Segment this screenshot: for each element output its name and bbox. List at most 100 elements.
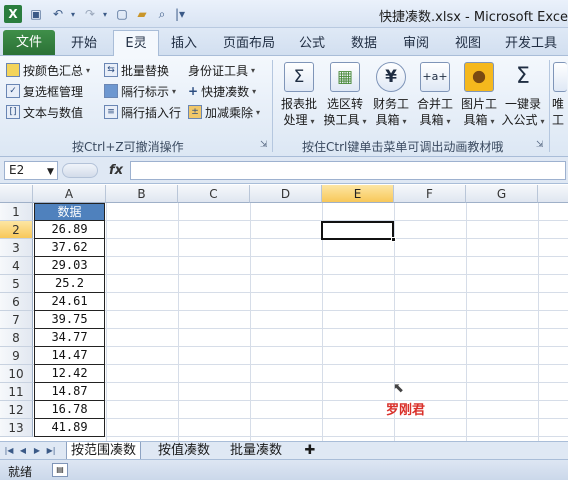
last-sheet-icon[interactable]: ▶| <box>45 444 57 458</box>
spreadsheet-grid[interactable]: A B C D E F G 1 数据 2 26.89 3 37.62 4 29.03 5 25.2… <box>0 185 568 441</box>
table-cell[interactable]: 14.87 <box>34 383 105 401</box>
more-tools-icon <box>553 62 567 92</box>
column-header-g[interactable]: G <box>466 185 538 203</box>
id-card-tool-button[interactable]: 身份证工具 ▾ <box>188 60 255 80</box>
redo-dropdown-icon[interactable]: ▾ <box>100 6 110 22</box>
tab-formulas[interactable]: 公式 <box>292 31 332 56</box>
more-tools-line1: 唯 <box>552 97 565 111</box>
row-header-11[interactable]: 11 <box>0 383 33 401</box>
save-icon[interactable]: ▣ <box>28 6 44 22</box>
insert-sheet-icon[interactable]: ✚ <box>298 442 322 460</box>
dialog-launcher-icon[interactable]: ⇲ <box>260 140 268 150</box>
selected-cell[interactable] <box>321 221 394 240</box>
tab-file[interactable]: 文件 <box>3 30 55 55</box>
redo-icon[interactable]: ↷ <box>82 6 98 22</box>
name-box[interactable]: E2 ▼ <box>4 161 58 180</box>
row-header-6[interactable]: 6 <box>0 293 33 311</box>
row-header-13[interactable]: 13 <box>0 419 33 437</box>
table-cell[interactable]: 14.47 <box>34 347 105 365</box>
macro-record-icon[interactable]: ▤ <box>52 463 68 477</box>
column-header-h[interactable] <box>538 185 568 203</box>
row-header-9[interactable]: 9 <box>0 347 33 365</box>
row-header-2[interactable]: 2 <box>0 221 33 239</box>
chevron-down-icon[interactable]: ▼ <box>47 164 54 181</box>
table-cell[interactable]: 12.42 <box>34 365 105 383</box>
report-batch-button[interactable]: Σ 报表批 处理 ▾ <box>276 62 322 130</box>
column-header-a[interactable]: A <box>33 185 106 203</box>
table-cell[interactable]: 16.78 <box>34 401 105 419</box>
gridline <box>33 238 568 239</box>
formula-bar-splitter[interactable] <box>62 163 98 178</box>
tab-view[interactable]: 视图 <box>448 31 488 56</box>
row-header-7[interactable]: 7 <box>0 311 33 329</box>
insert-rows-button[interactable]: ≡ 隔行插入行 <box>104 102 181 122</box>
tab-elite[interactable]: E灵 <box>113 30 159 57</box>
tab-home[interactable]: 开始 <box>64 31 104 56</box>
id-card-tool-label: 身份证工具 <box>188 63 249 78</box>
tab-data[interactable]: 数据 <box>344 31 384 56</box>
arithmetic-button[interactable]: ± 加减乘除 ▾ <box>188 102 260 122</box>
table-header-cell[interactable]: 数据 <box>34 203 105 221</box>
fill-handle[interactable] <box>391 237 396 242</box>
more-tools-button[interactable]: 唯 工 <box>552 62 568 128</box>
merge-tools-button[interactable]: +a+ 合并工 具箱 ▾ <box>412 62 458 130</box>
formula-input[interactable] <box>130 161 566 180</box>
print-preview-icon[interactable]: ⌕ <box>154 6 170 22</box>
table-cell[interactable]: 26.89 <box>34 221 105 239</box>
alternate-rows-button[interactable]: 隔行标示 ▾ <box>104 81 176 101</box>
text-number-button[interactable]: [] 文本与数值 <box>6 102 83 122</box>
text-number-label: 文本与数值 <box>23 105 84 120</box>
table-cell[interactable]: 37.62 <box>34 239 105 257</box>
picture-tools-line2: 具箱 <box>463 113 488 127</box>
sheet-tab-batch[interactable]: 批量凑数 <box>226 442 286 460</box>
tab-page-layout[interactable]: 页面布局 <box>218 31 280 56</box>
selection-convert-button[interactable]: ▦ 选区转 换工具 ▾ <box>322 62 368 130</box>
one-click-formula-button[interactable]: Σ 一键录 入公式 ▾ <box>500 62 546 130</box>
new-file-icon[interactable]: ▢ <box>114 6 130 22</box>
row-header-4[interactable]: 4 <box>0 257 33 275</box>
undo-dropdown-icon[interactable]: ▾ <box>68 6 78 22</box>
sheet-tab-value[interactable]: 按值凑数 <box>154 442 214 460</box>
select-all-corner[interactable] <box>0 185 33 203</box>
undo-icon[interactable]: ↶ <box>50 6 66 22</box>
column-header-d[interactable]: D <box>250 185 322 203</box>
prev-sheet-icon[interactable]: ◀ <box>17 444 29 458</box>
row-header-10[interactable]: 10 <box>0 365 33 383</box>
table-cell[interactable]: 34.77 <box>34 329 105 347</box>
row-header-12[interactable]: 12 <box>0 401 33 419</box>
finance-tools-button[interactable]: ¥ 财务工 具箱 ▾ <box>368 62 414 130</box>
column-header-e[interactable]: E <box>322 185 394 203</box>
checkbox-manager-button[interactable]: ✓ 复选框管理 <box>6 81 83 101</box>
batch-replace-button[interactable]: ⇆ 批量替换 <box>104 60 169 80</box>
quick-sum-button[interactable]: + 快捷凑数 ▾ <box>188 81 256 101</box>
column-header-c[interactable]: C <box>178 185 250 203</box>
dialog-launcher-icon[interactable]: ⇲ <box>536 140 544 150</box>
column-header-b[interactable]: B <box>106 185 178 203</box>
group-separator <box>272 60 273 152</box>
table-cell[interactable]: 25.2 <box>34 275 105 293</box>
yen-icon: ¥ <box>376 62 406 92</box>
first-sheet-icon[interactable]: |◀ <box>3 444 15 458</box>
formula-bar: E2 ▼ fx <box>0 157 568 184</box>
table-cell[interactable]: 39.75 <box>34 311 105 329</box>
tab-developer[interactable]: 开发工具 <box>500 31 562 56</box>
color-sum-button[interactable]: 按颜色汇总 ▾ <box>6 60 90 80</box>
chevron-down-icon: ▾ <box>86 65 91 75</box>
open-folder-icon[interactable]: ▰ <box>134 6 150 22</box>
picture-tools-button[interactable]: ✿ 图片工 具箱▾ <box>456 62 502 130</box>
row-header-8[interactable]: 8 <box>0 329 33 347</box>
customize-qat-icon[interactable]: |▾ <box>174 6 186 22</box>
sheet-tab-range[interactable]: 按范围凑数 <box>66 442 142 460</box>
table-cell[interactable]: 24.61 <box>34 293 105 311</box>
row-header-1[interactable]: 1 <box>0 203 33 221</box>
row-header-3[interactable]: 3 <box>0 239 33 257</box>
function-wizard-icon[interactable]: fx <box>104 161 128 180</box>
tab-review[interactable]: 审阅 <box>396 31 436 56</box>
column-header-f[interactable]: F <box>394 185 466 203</box>
table-cell[interactable]: 29.03 <box>34 257 105 275</box>
row-header-5[interactable]: 5 <box>0 275 33 293</box>
tab-insert[interactable]: 插入 <box>164 31 204 56</box>
table-cell[interactable]: 41.89 <box>34 419 105 437</box>
excel-logo-icon[interactable]: X <box>4 5 22 23</box>
next-sheet-icon[interactable]: ▶ <box>31 444 43 458</box>
